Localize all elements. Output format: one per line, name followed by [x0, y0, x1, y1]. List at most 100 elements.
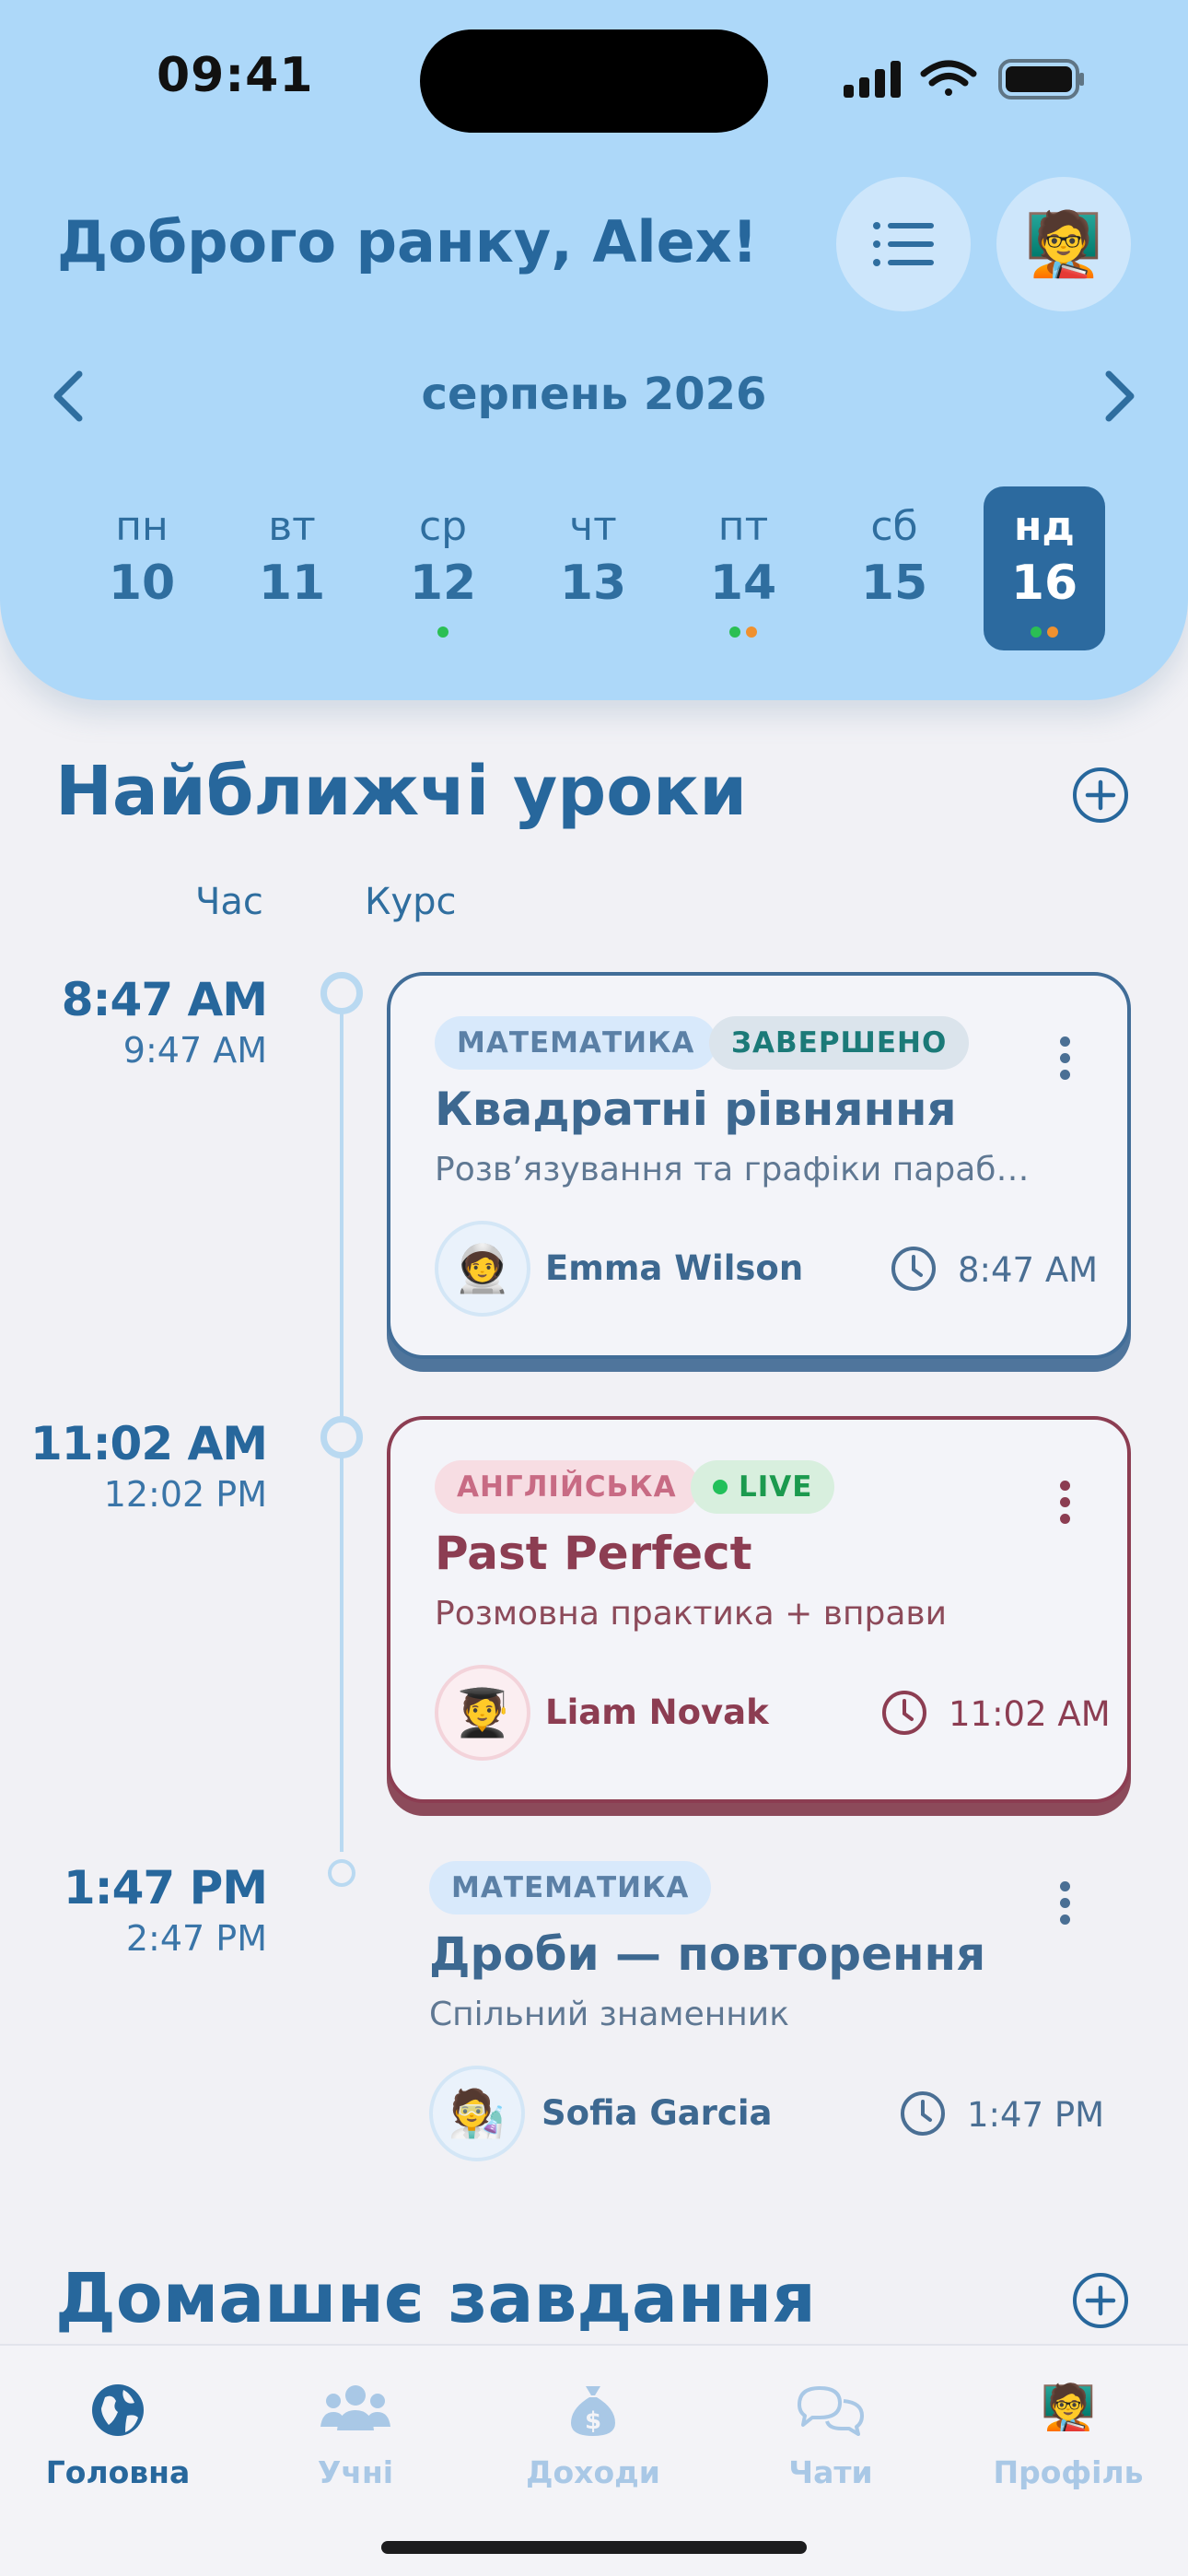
column-header-course: Курс: [365, 881, 457, 923]
signal-icon: [844, 61, 901, 98]
lesson-start-time: 8:47 AM: [61, 973, 268, 1026]
day-date: 15: [860, 556, 928, 611]
month-navigation: серпень 2026: [0, 359, 1188, 433]
event-dot: [729, 626, 740, 638]
event-dot: [437, 626, 448, 638]
tab-label: Чати: [788, 2454, 873, 2490]
calendar-day[interactable]: вт 11: [231, 486, 353, 650]
lesson-card[interactable]: МАТЕМАТИКА ЗАВЕРШЕНО Квадратні рівняння …: [387, 972, 1131, 1359]
clock-icon: [882, 1691, 926, 1735]
day-date: 11: [258, 556, 326, 611]
tab-label: Доходи: [526, 2454, 660, 2490]
calendar-day[interactable]: чт 13: [532, 486, 654, 650]
lesson-time: 11:02 AM: [949, 1694, 1111, 1734]
student-avatar: 🧑‍🔬: [429, 2066, 525, 2161]
lesson-end-time: 2:47 PM: [125, 1918, 267, 1959]
astronaut-icon: 🧑‍🚀: [453, 1241, 512, 1295]
more-options-button[interactable]: [1055, 1881, 1074, 1937]
lesson-item[interactable]: МАТЕМАТИКА Дроби — повторення Спільний з…: [387, 1821, 1131, 2180]
greeting-title: Доброго ранку, Alex!: [57, 208, 758, 275]
lesson-time: 1:47 PM: [967, 2095, 1105, 2135]
status-time: 09:41: [157, 48, 314, 103]
lesson-time: 8:47 AM: [958, 1250, 1099, 1290]
tab-income[interactable]: $ Доходи: [492, 2373, 694, 2490]
lesson-subtitle: Спільний знаменник: [429, 1996, 789, 2033]
clock-icon: [901, 2091, 945, 2136]
list-menu-button[interactable]: [836, 177, 971, 311]
day-name: чт: [569, 503, 617, 550]
subject-badge: МАТЕМАТИКА: [435, 1016, 717, 1070]
day-name: сб: [870, 503, 918, 550]
calendar-day[interactable]: ср 12: [382, 486, 504, 650]
lesson-subtitle: Розв’язування та графіки параб…: [435, 1151, 1030, 1188]
student-avatar: 🧑‍🚀: [435, 1221, 530, 1317]
tab-profile[interactable]: 🧑‍🏫 Профіль: [967, 2373, 1170, 2490]
home-indicator: [381, 2541, 807, 2554]
calendar-day[interactable]: сб 15: [833, 486, 955, 650]
day-name: пн: [115, 503, 169, 550]
event-dots: [682, 626, 804, 638]
day-date: 14: [709, 556, 777, 611]
list-icon: [873, 222, 934, 266]
tab-students[interactable]: Учні: [254, 2373, 457, 2490]
day-name: ср: [418, 503, 468, 550]
chevron-right-icon[interactable]: [1090, 367, 1146, 426]
calendar-day-selected[interactable]: нд 16: [984, 486, 1105, 650]
column-header-time: Час: [195, 881, 263, 923]
scientist-icon: 🧑‍🔬: [448, 2086, 507, 2140]
money-bag-icon: $: [571, 2386, 615, 2436]
svg-text:$: $: [585, 2407, 601, 2435]
day-name: нд: [1014, 503, 1075, 550]
day-name: пт: [717, 503, 769, 550]
more-options-button[interactable]: [1055, 1481, 1074, 1536]
dynamic-island: [420, 29, 768, 133]
profile-avatar-button[interactable]: 🧑‍🏫: [996, 177, 1131, 311]
more-options-button[interactable]: [1055, 1036, 1074, 1092]
student-avatar: 🧑‍🎓: [435, 1665, 530, 1761]
timeline-node: [328, 1859, 355, 1887]
event-dot: [1031, 626, 1042, 638]
tab-label: Учні: [317, 2454, 394, 2490]
tab-label: Головна: [45, 2454, 191, 2490]
lesson-card-live[interactable]: АНГЛІЙСЬКА LIVE Past Perfect Розмовна пр…: [387, 1416, 1131, 1803]
lesson-end-time: 9:47 AM: [122, 1030, 267, 1071]
battery-icon: [998, 59, 1084, 100]
homework-section-title: Домашнє завдання: [55, 2259, 816, 2338]
add-lesson-button[interactable]: [1072, 767, 1129, 824]
live-dot-icon: [713, 1480, 728, 1494]
day-date: 10: [108, 556, 176, 611]
lesson-end-time: 12:02 PM: [103, 1474, 267, 1515]
subject-badge: МАТЕМАТИКА: [429, 1861, 712, 1914]
lesson-start-time: 1:47 PM: [63, 1861, 268, 1914]
timeline-node: [320, 1416, 363, 1458]
lessons-section-title: Найближчі уроки: [55, 752, 748, 831]
teacher-avatar-icon: 🧑‍🏫: [1024, 208, 1103, 281]
graduate-icon: 🧑‍🎓: [453, 1685, 512, 1739]
chat-bubbles-icon: [798, 2386, 864, 2436]
event-dots: [382, 626, 504, 638]
live-badge: LIVE: [691, 1460, 835, 1514]
users-icon: [320, 2385, 390, 2430]
calendar-day[interactable]: пт 14: [682, 486, 804, 650]
add-homework-button[interactable]: [1072, 2272, 1129, 2329]
day-date: 16: [1010, 556, 1078, 611]
clock-icon: [891, 1247, 936, 1291]
timeline-node: [320, 972, 363, 1014]
day-date: 13: [559, 556, 627, 611]
lesson-title: Past Perfect: [435, 1527, 752, 1580]
wifi-icon: [920, 60, 977, 96]
student-name: Emma Wilson: [545, 1248, 804, 1288]
lesson-subtitle: Розмовна практика + вправи: [435, 1595, 948, 1633]
teacher-avatar-icon: 🧑‍🏫: [1041, 2382, 1096, 2433]
tab-chats[interactable]: Чати: [729, 2373, 932, 2490]
lesson-title: Дроби — повторення: [429, 1927, 986, 1981]
month-title: серпень 2026: [421, 369, 767, 420]
subject-badge: АНГЛІЙСЬКА: [435, 1460, 699, 1514]
calendar-day[interactable]: пн 10: [81, 486, 203, 650]
status-icons: [838, 57, 1087, 101]
day-date: 12: [409, 556, 477, 611]
event-dot: [746, 626, 757, 638]
tab-home[interactable]: Головна: [17, 2373, 219, 2490]
status-badge: ЗАВЕРШЕНО: [709, 1016, 970, 1070]
lesson-title: Квадратні рівняння: [435, 1083, 957, 1136]
